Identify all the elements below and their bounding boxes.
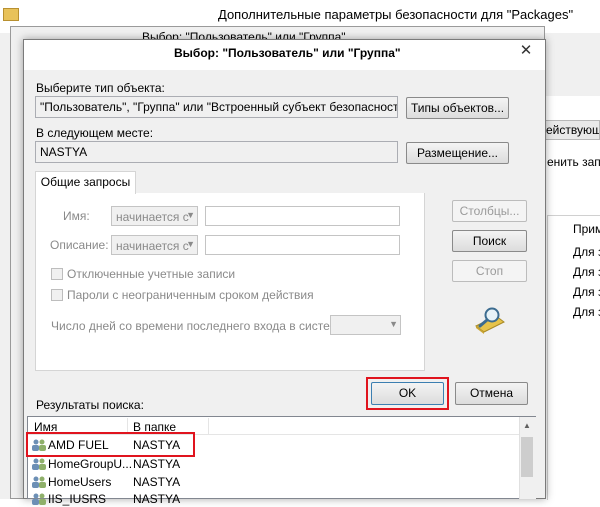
result-name: IIS_IUSRS bbox=[48, 492, 107, 506]
first-row-highlight bbox=[26, 432, 195, 457]
result-folder: NASTYA bbox=[133, 457, 181, 471]
object-type-field: "Пользователь", "Группа" или "Встроенный… bbox=[35, 96, 398, 118]
results-label: Результаты поиска: bbox=[36, 398, 144, 412]
non-expiring-passwords-checkbox[interactable] bbox=[51, 289, 63, 301]
user-group-icon bbox=[32, 458, 46, 470]
description-mode-value: начинается с bbox=[116, 239, 189, 253]
stop-button[interactable]: Стоп bbox=[452, 260, 527, 282]
magnifier-folder-icon bbox=[475, 307, 505, 334]
cancel-button[interactable]: Отмена bbox=[455, 382, 528, 405]
result-name: HomeGroupU... bbox=[48, 457, 133, 471]
description-mode-combo[interactable]: начинается с ▼ bbox=[111, 235, 198, 255]
background-list-row[interactable]: Для з bbox=[573, 265, 600, 279]
background-list-row[interactable]: Для з bbox=[573, 245, 600, 259]
columns-button[interactable]: Столбцы... bbox=[452, 200, 527, 222]
background-window-title: Дополнительные параметры безопасности дл… bbox=[218, 7, 574, 22]
non-expiring-passwords-label: Пароли с неограниченным сроком действия bbox=[67, 288, 314, 302]
column-separator bbox=[208, 418, 209, 434]
search-button[interactable]: Поиск bbox=[452, 230, 527, 252]
days-since-logon-combo[interactable]: ▼ bbox=[330, 315, 401, 335]
background-apply-text: енить запи bbox=[547, 155, 600, 169]
table-row[interactable]: HomeUsers NASTYA bbox=[28, 474, 519, 490]
ok-button[interactable]: OK bbox=[371, 382, 444, 405]
chevron-down-icon: ▼ bbox=[389, 319, 398, 329]
user-group-icon bbox=[32, 493, 46, 505]
background-list-row[interactable]: Для з bbox=[573, 285, 600, 299]
chevron-down-icon: ▼ bbox=[186, 239, 195, 249]
table-row[interactable]: IIS_IUSRS NASTYA bbox=[28, 491, 519, 507]
disabled-accounts-checkbox[interactable] bbox=[51, 268, 63, 280]
scrollbar-thumb[interactable] bbox=[521, 437, 533, 477]
locations-button[interactable]: Размещение... bbox=[406, 142, 509, 164]
close-icon[interactable]: ✕ bbox=[511, 41, 541, 61]
object-type-label: Выберите тип объекта: bbox=[36, 81, 165, 95]
object-types-button[interactable]: Типы объектов... bbox=[406, 97, 509, 119]
name-mode-combo[interactable]: начинается с ▼ bbox=[111, 206, 198, 226]
description-label: Описание: bbox=[50, 238, 109, 252]
background-tab-effective-access[interactable]: ействующ bbox=[543, 120, 600, 140]
background-list-header: Прим bbox=[573, 222, 600, 236]
user-group-icon bbox=[32, 476, 46, 488]
result-folder: NASTYA bbox=[133, 492, 181, 506]
location-label: В следующем месте: bbox=[36, 126, 154, 140]
name-label: Имя: bbox=[63, 209, 90, 223]
days-since-logon-label: Число дней со времени последнего входа в… bbox=[51, 319, 348, 333]
name-mode-value: начинается с bbox=[116, 210, 189, 224]
disabled-accounts-label: Отключенные учетные записи bbox=[67, 267, 236, 281]
dialog-title: Выбор: "Пользователь" или "Группа" bbox=[174, 46, 401, 60]
description-input[interactable] bbox=[205, 235, 400, 255]
location-field: NASTYA bbox=[35, 141, 398, 163]
tab-common-queries[interactable]: Общие запросы bbox=[35, 171, 136, 194]
background-list-row[interactable]: Для з bbox=[573, 305, 600, 319]
name-input[interactable] bbox=[205, 206, 400, 226]
chevron-down-icon: ▼ bbox=[186, 210, 195, 220]
table-row[interactable]: HomeGroupU... NASTYA bbox=[28, 456, 519, 472]
scroll-up-icon[interactable]: ▲ bbox=[519, 419, 535, 433]
folder-icon bbox=[3, 8, 19, 21]
result-folder: NASTYA bbox=[133, 475, 181, 489]
result-name: HomeUsers bbox=[48, 475, 112, 489]
